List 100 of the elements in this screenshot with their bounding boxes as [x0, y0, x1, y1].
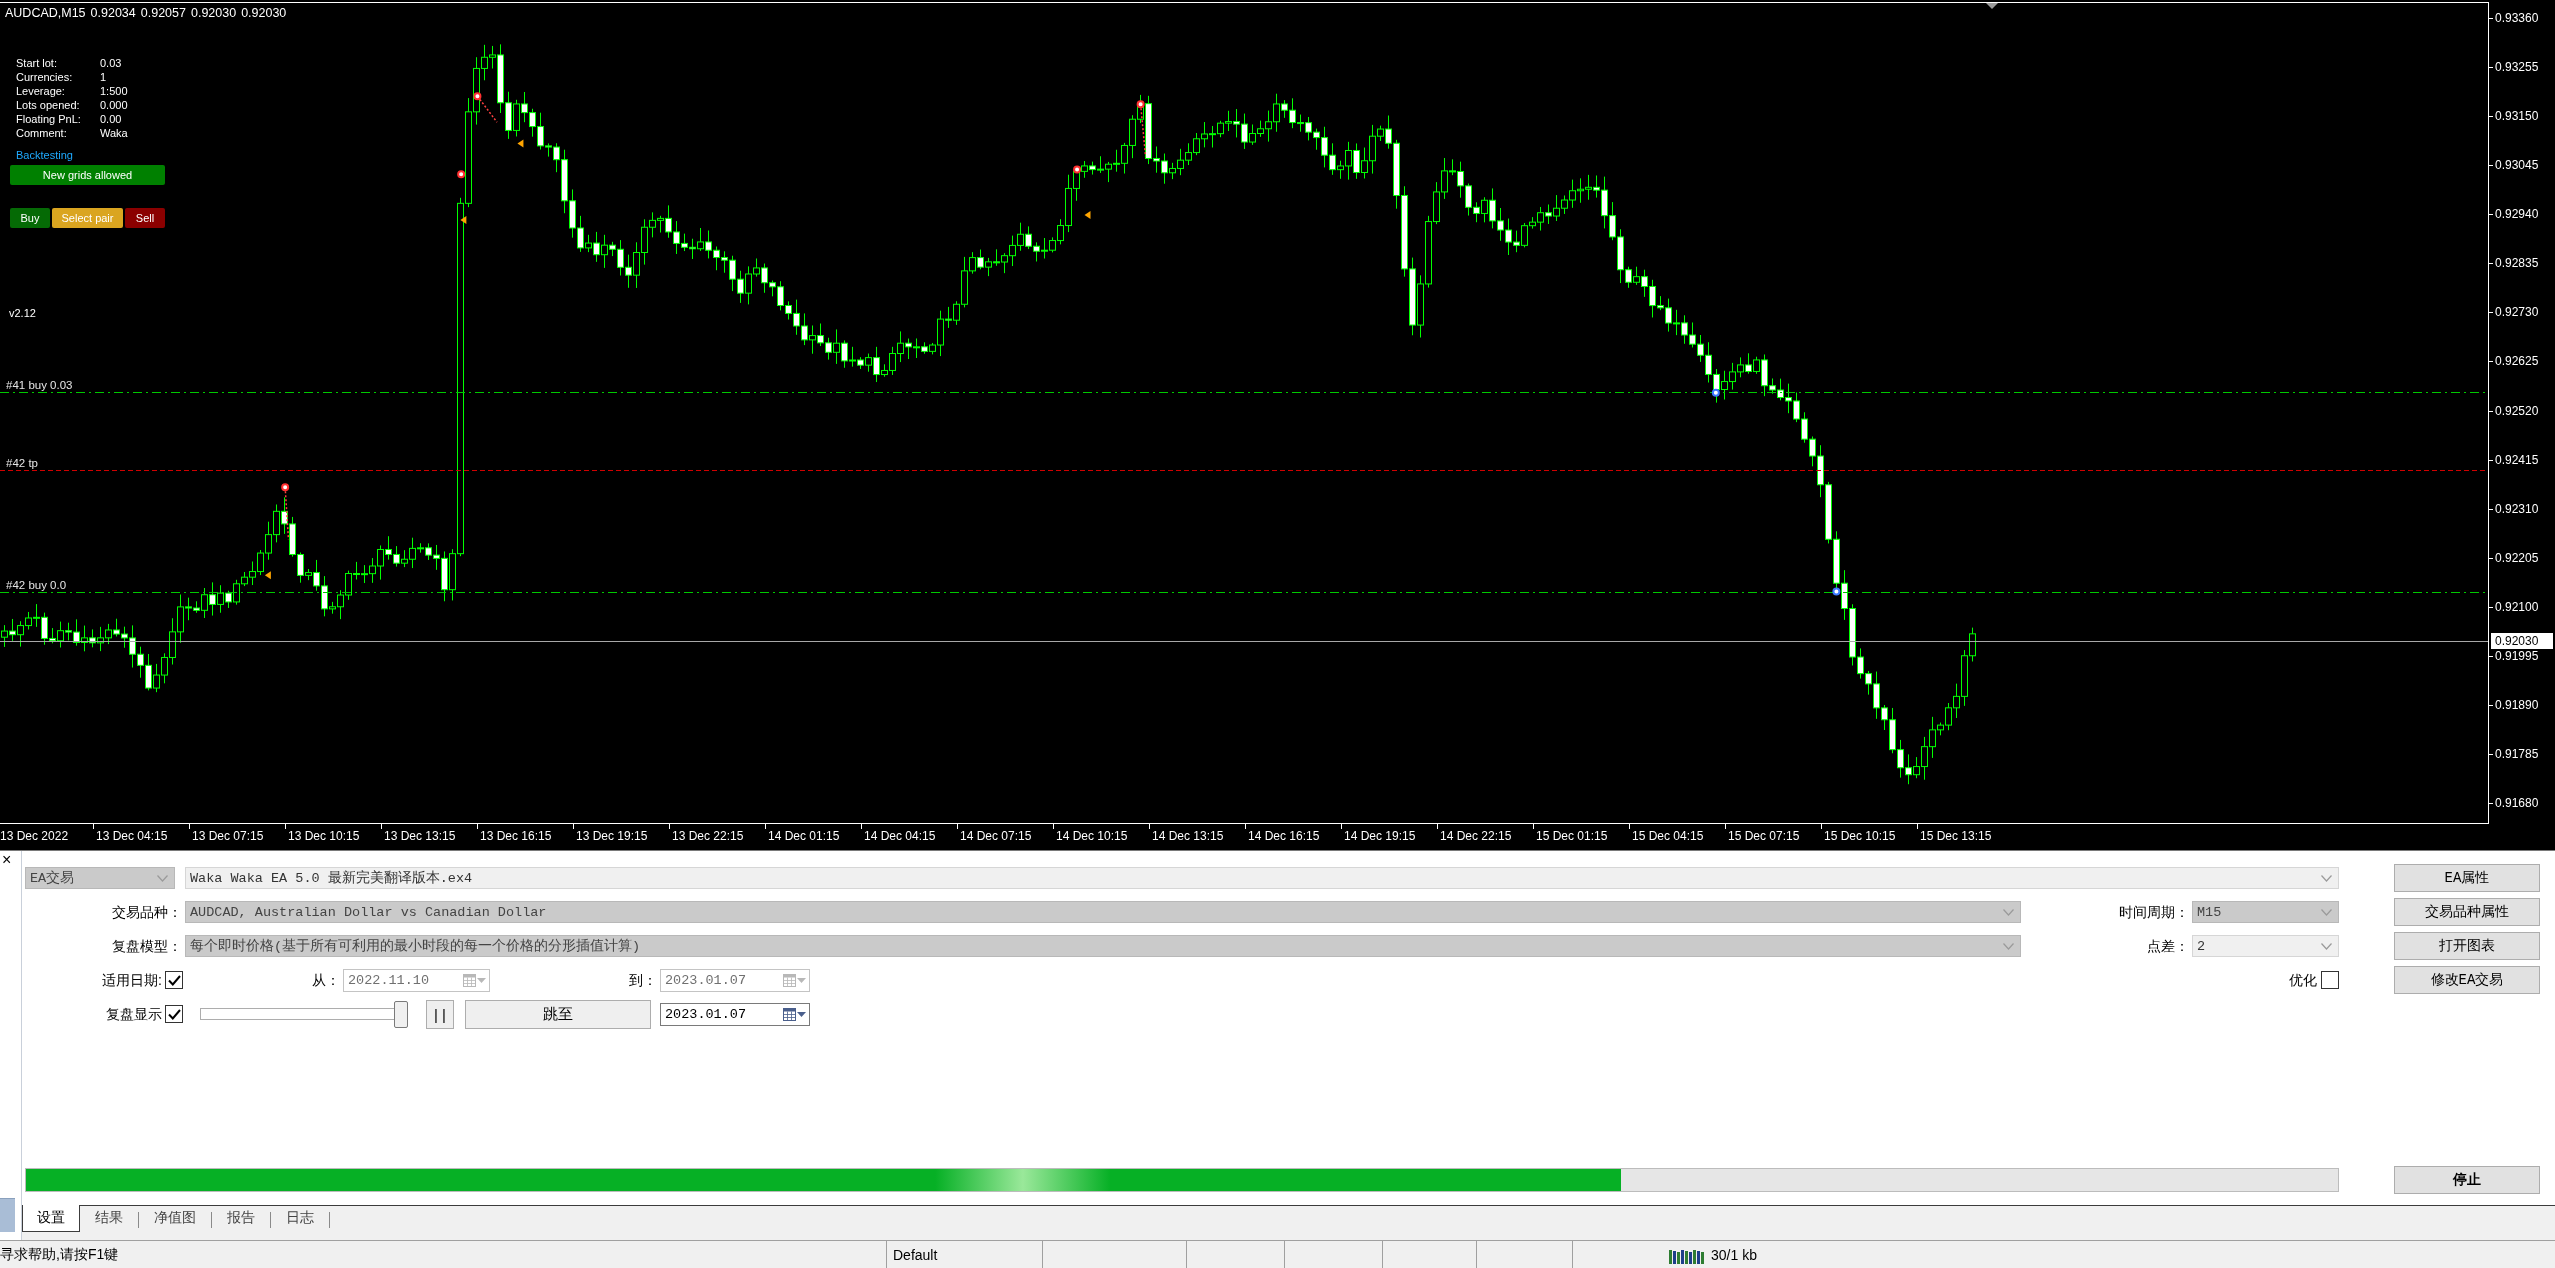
chevron-down-icon — [2321, 942, 2332, 950]
time-label: 14 Dec 01:15 — [768, 828, 840, 844]
price-label: 0.93360 — [2495, 11, 2539, 25]
price-label: 0.92730 — [2495, 305, 2539, 320]
checkbox[interactable] — [2321, 971, 2339, 989]
calendar-icon — [783, 973, 796, 987]
chevron-down-icon — [2321, 908, 2332, 916]
info-value: 1 — [100, 70, 108, 84]
circle-marker-icon — [281, 483, 290, 492]
price-label: 0.93150 — [2495, 109, 2539, 124]
field-label: 到： — [628, 971, 658, 989]
modify-expert-button[interactable]: 修改EA交易 — [2394, 966, 2540, 994]
bid-price-label: 0.92030 — [2491, 633, 2553, 649]
info-value: 0.00 — [100, 112, 123, 126]
ohlc-price: 0.92057 — [140, 5, 186, 21]
triangle-marker-icon — [264, 571, 271, 580]
info-label: Start lot: — [16, 56, 58, 70]
close-button[interactable]: × — [0, 852, 14, 868]
tab[interactable]: 设置 — [22, 1205, 80, 1232]
info-value: 0.000 — [100, 98, 129, 112]
expert-dropdown[interactable]: Waka Waka EA 5.0 最新完美翻译版本.ex4 — [185, 867, 2339, 889]
time-label: 14 Dec 13:15 — [1152, 828, 1224, 844]
info-label: Floating PnL: — [16, 112, 82, 126]
price-label: 0.91785 — [2495, 746, 2539, 761]
expert-properties-button[interactable]: EA属性 — [2394, 864, 2540, 892]
checkbox[interactable] — [165, 1005, 183, 1023]
price-label: 0.92835 — [2495, 256, 2539, 271]
field-label: 适用日期: — [101, 971, 163, 989]
field-label: 时间周期： — [2118, 903, 2190, 921]
open-chart-button[interactable]: 打开图表 — [2394, 932, 2540, 960]
stop-button[interactable]: 停止 — [2394, 1166, 2540, 1194]
info-label: Leverage: — [16, 84, 66, 98]
caret-icon — [477, 977, 486, 983]
chart-shift-icon — [1986, 3, 1998, 9]
chevron-down-icon — [2321, 874, 2332, 882]
triangle-marker-icon — [517, 139, 524, 148]
tab[interactable]: 净值图 — [139, 1205, 211, 1232]
time-label: 14 Dec 19:15 — [1344, 828, 1416, 844]
triangle-marker-icon — [1084, 211, 1091, 220]
buy-button[interactable]: Buy — [10, 208, 50, 228]
grid-status-button[interactable]: New grids allowed — [10, 165, 165, 185]
tab[interactable]: 报告 — [212, 1205, 270, 1232]
slider-thumb[interactable] — [394, 1000, 408, 1028]
calendar-icon — [783, 1007, 796, 1021]
time-label: 15 Dec 13:15 — [1920, 828, 1992, 844]
checkbox[interactable] — [165, 971, 183, 989]
checkmark-icon — [167, 974, 181, 986]
price-label: 0.91995 — [2495, 648, 2539, 663]
price-label: 0.92310 — [2495, 501, 2539, 516]
info-label: Lots opened: — [16, 98, 81, 112]
status-text: 寻求帮助,请按F1键 — [0, 1244, 120, 1264]
price-label: 0.92625 — [2495, 354, 2539, 369]
circle-marker-icon — [473, 92, 482, 101]
chevron-down-icon — [157, 874, 168, 882]
symbol-properties-button[interactable]: 交易品种属性 — [2394, 898, 2540, 926]
field-label: 从： — [311, 971, 341, 989]
time-label: 15 Dec 07:15 — [1728, 828, 1800, 844]
field-label: 点差： — [2146, 937, 2190, 955]
version-label: v2.12 — [9, 306, 36, 320]
traffic-label: 30/1 kb — [1711, 1246, 1757, 1263]
triangle-marker-icon — [460, 216, 467, 224]
time-label: 13 Dec 13:15 — [384, 828, 456, 844]
info-label: Currencies: — [16, 70, 74, 84]
time-label: 14 Dec 04:15 — [864, 828, 936, 844]
pause-button[interactable]: | | — [426, 999, 454, 1029]
circle-marker-icon — [1711, 388, 1720, 397]
price-label: 0.92415 — [2495, 452, 2539, 467]
circle-marker-icon — [457, 170, 466, 179]
field-label: 复盘显示 — [105, 1005, 163, 1023]
time-label: 15 Dec 01:15 — [1536, 828, 1608, 844]
field-label: 复盘模型： — [111, 937, 183, 955]
time-label: 14 Dec 07:15 — [960, 828, 1032, 844]
caret-icon — [797, 1011, 806, 1017]
take-profit-label: #42 tp — [6, 456, 38, 470]
info-value: 0.03 — [100, 56, 123, 70]
time-label: 15 Dec 04:15 — [1632, 828, 1704, 844]
mode-label: Backtesting — [16, 148, 73, 162]
time-label: 13 Dec 16:15 — [480, 828, 552, 844]
ohlc-price: 0.92030 — [241, 5, 287, 21]
chevron-down-icon — [2003, 942, 2014, 950]
ohlc-price: 0.92034 — [90, 5, 136, 21]
time-label: 14 Dec 10:15 — [1056, 828, 1128, 844]
info-label: Comment: — [16, 126, 68, 140]
time-label: 13 Dec 19:15 — [576, 828, 648, 844]
date-field[interactable]: 2023.01.07 — [660, 1002, 810, 1026]
time-label: 13 Dec 07:15 — [192, 828, 264, 844]
spread-dropdown[interactable]: 2 — [2192, 935, 2339, 957]
tab[interactable]: 日志 — [271, 1205, 329, 1232]
order-line-label: #42 buy 0.0 — [6, 578, 67, 592]
chevron-down-icon — [2003, 908, 2014, 916]
circle-marker-icon — [1136, 100, 1145, 109]
calendar-icon — [463, 973, 476, 987]
sell-button[interactable]: Sell — [125, 208, 165, 228]
time-label: 13 Dec 10:15 — [288, 828, 360, 844]
ohlc-price: 0.92030 — [190, 5, 237, 21]
price-label: 0.93045 — [2495, 158, 2539, 173]
skip-to-button[interactable]: 跳至 — [465, 999, 651, 1029]
circle-marker-icon — [1832, 587, 1841, 596]
tab[interactable]: 结果 — [80, 1205, 138, 1232]
time-label: 13 Dec 22:15 — [672, 828, 744, 844]
